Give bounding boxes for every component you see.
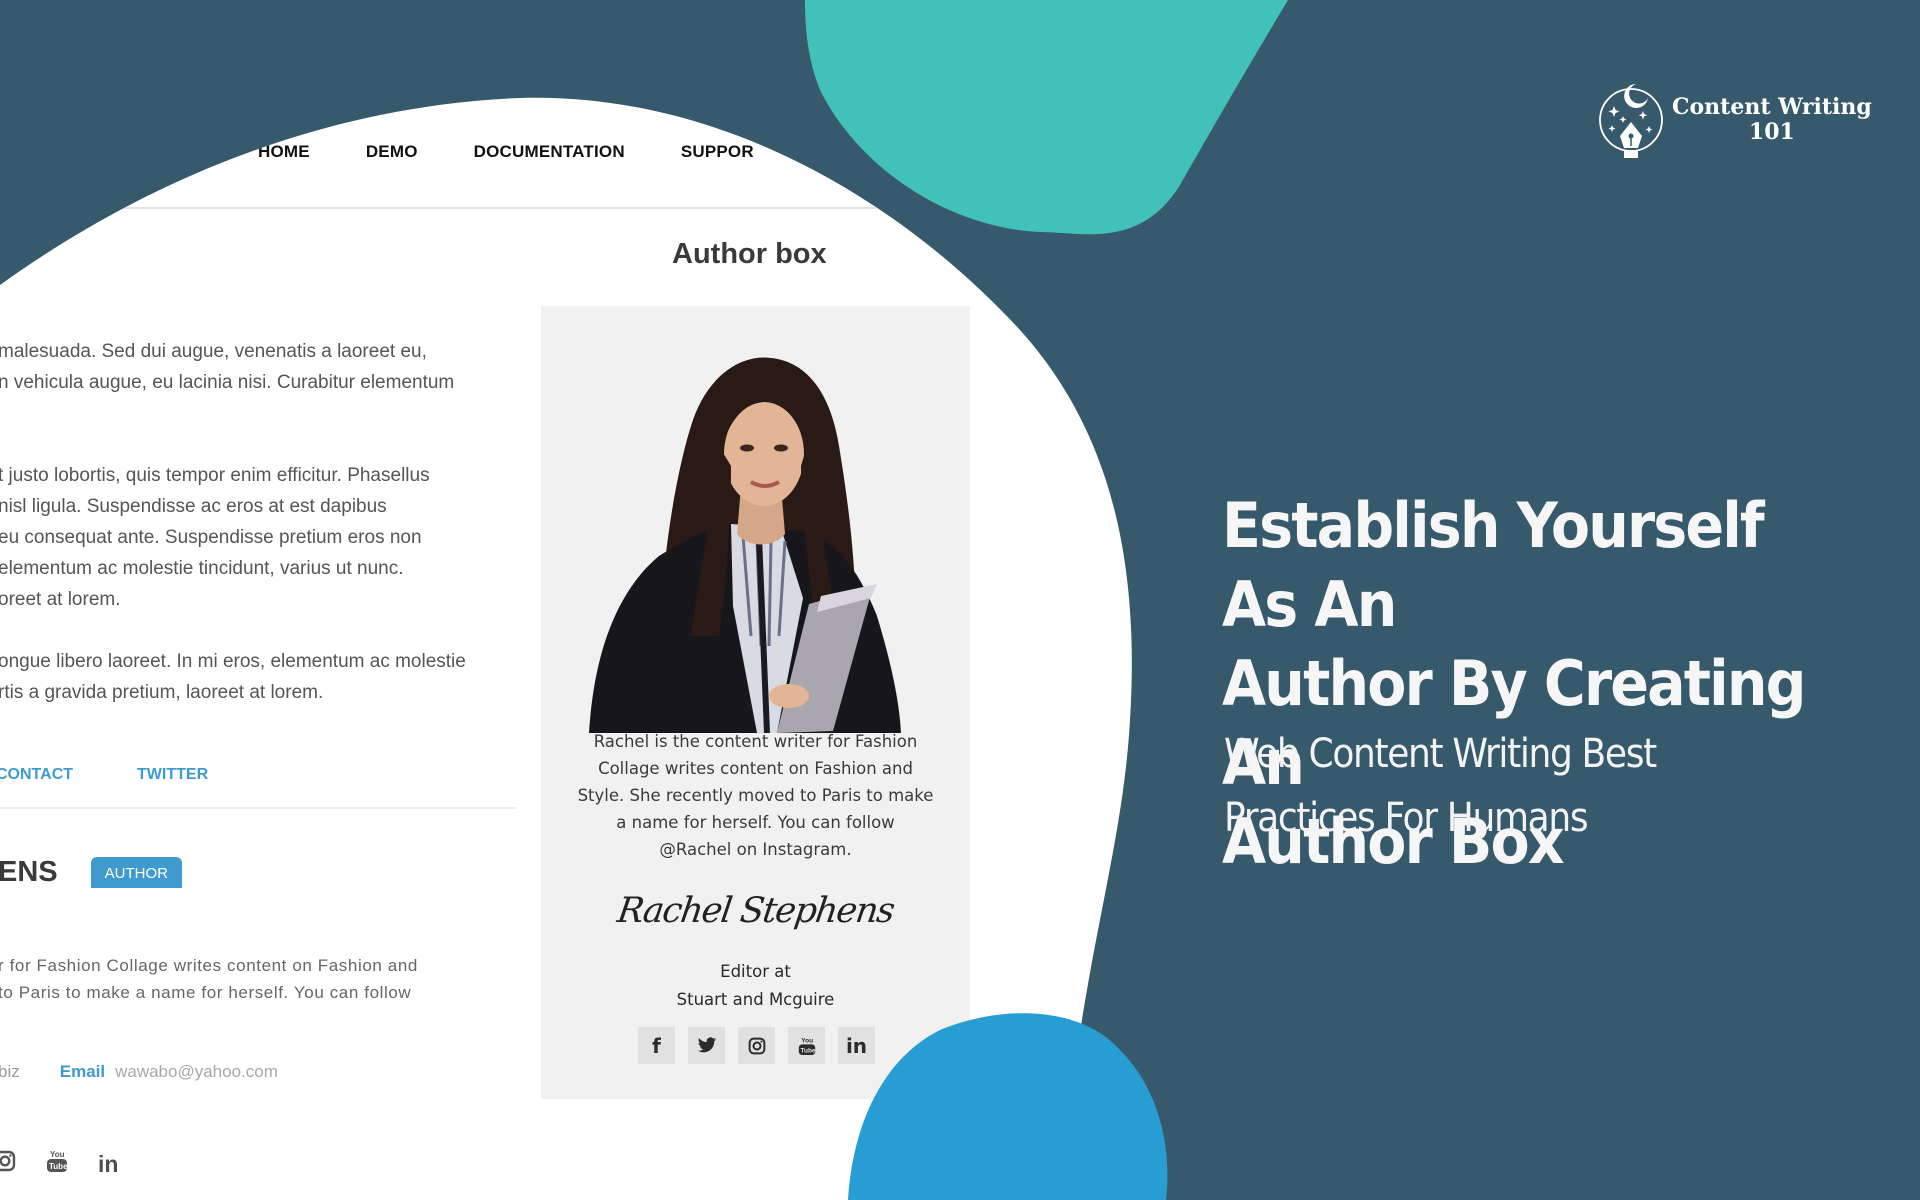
card-bio-line: Collage writes content on Fashion and — [598, 759, 913, 778]
role-company: Stuart and Mcguire — [676, 990, 835, 1009]
author-badge: AUTHOR — [91, 857, 182, 888]
author-name-row: ENS AUTHOR — [0, 856, 182, 889]
twitter-icon — [697, 1037, 717, 1054]
brand-line2: 101 — [1748, 119, 1795, 145]
email-value[interactable]: wawabo@yahoo.com — [115, 1062, 278, 1082]
card-bio-line: a name for herself. You can follow — [616, 813, 895, 832]
author-social-links: You Tube in — [0, 1148, 118, 1180]
bio-line: to Paris to make a name for herself. You… — [0, 983, 412, 1002]
brand-line1: Content Writing — [1672, 94, 1872, 120]
youtube-icon[interactable]: You Tube — [46, 1148, 68, 1180]
youtube-icon: You Tube — [798, 1035, 816, 1057]
role-title: Editor at — [720, 962, 791, 981]
bio-line: r for Fashion Collage writes content on … — [0, 956, 418, 975]
twitter-button[interactable] — [688, 1027, 725, 1064]
author-card: Rachel is the content writer for Fashion… — [541, 306, 970, 1099]
section-title: Author box — [672, 238, 827, 270]
nav-support[interactable]: SUPPOR — [681, 142, 754, 162]
body-line: n vehicula augue, eu lacinia nisi. Curab… — [0, 372, 455, 393]
author-photo — [581, 336, 903, 733]
body-line: eu consequat ante. Suspendisse pretium e… — [0, 527, 422, 548]
nav-documentation[interactable]: DOCUMENTATION — [474, 142, 625, 162]
body-line: nisl ligula. Suspendisse ac eros at est … — [0, 496, 387, 517]
instagram-button[interactable] — [738, 1027, 775, 1064]
body-line: rtis a gravida pretium, laoreet at lorem… — [0, 682, 324, 703]
twitter-link[interactable]: TWITTER — [137, 766, 208, 784]
email-label: Email — [59, 1062, 106, 1081]
linkedin-button[interactable]: in — [838, 1027, 875, 1064]
card-social-links: f You Tube in — [638, 1027, 875, 1064]
brand-logo[interactable]: Content Writing 101 — [1596, 78, 1872, 162]
body-paragraph: ongue libero laoreet. In mi eros, elemen… — [0, 646, 518, 708]
author-bio: r for Fashion Collage writes content on … — [0, 952, 418, 1006]
instagram-icon[interactable] — [0, 1150, 16, 1178]
contact-row: biz Email wawabo@yahoo.com — [0, 1062, 278, 1082]
svg-text:You: You — [801, 1037, 813, 1044]
svg-text:You: You — [50, 1150, 65, 1159]
footer-links: CONTACT TWITTER — [0, 766, 272, 784]
youtube-button[interactable]: You Tube — [788, 1027, 825, 1064]
subhead-line: Practices For Humans — [1224, 795, 1589, 841]
author-name: ENS — [0, 856, 58, 888]
linkedin-icon: in — [845, 1033, 868, 1058]
card-bio-line: Style. She recently moved to Paris to ma… — [577, 786, 934, 805]
links-divider — [0, 807, 515, 809]
card-bio-line: Rachel is the content writer for Fashion — [593, 732, 918, 751]
body-line: oreet at lorem. — [0, 589, 121, 610]
svg-text:Tube: Tube — [49, 1162, 68, 1171]
svg-text:Tube: Tube — [800, 1047, 815, 1054]
contact-link[interactable]: CONTACT — [0, 766, 73, 784]
headline-line: Establish Yourself As An — [1222, 489, 1765, 641]
brand-name: Content Writing 101 — [1672, 95, 1872, 145]
body-line: t justo lobortis, quis tempor enim effic… — [0, 465, 430, 486]
body-line: ongue libero laoreet. In mi eros, elemen… — [0, 651, 466, 672]
linkedin-icon[interactable]: in — [98, 1151, 118, 1178]
author-signature: Rachel Stephens — [614, 891, 897, 931]
site-nav: HOME DEMO DOCUMENTATION SUPPOR — [258, 142, 810, 162]
hero-subheading: Web Content Writing Best Practices For H… — [1224, 722, 1764, 850]
author-role: Editor at Stuart and Mcguire — [541, 958, 970, 1014]
pen-nib-moon-icon — [1599, 84, 1663, 158]
body-line: elementum ac molestie tincidunt, varius … — [0, 558, 404, 579]
body-paragraph: malesuada. Sed dui augue, venenatis a la… — [0, 336, 518, 398]
facebook-button[interactable]: f — [638, 1027, 675, 1064]
facebook-icon: f — [652, 1033, 661, 1058]
nav-demo[interactable]: DEMO — [366, 142, 418, 162]
website-value[interactable]: biz — [0, 1062, 20, 1082]
subhead-line: Web Content Writing Best — [1224, 731, 1657, 777]
card-bio: Rachel is the content writer for Fashion… — [541, 728, 970, 863]
instagram-icon — [748, 1037, 766, 1055]
body-paragraph: t justo lobortis, quis tempor enim effic… — [0, 460, 518, 615]
card-bio-line: @Rachel on Instagram. — [659, 840, 852, 859]
body-line: malesuada. Sed dui augue, venenatis a la… — [0, 341, 427, 362]
